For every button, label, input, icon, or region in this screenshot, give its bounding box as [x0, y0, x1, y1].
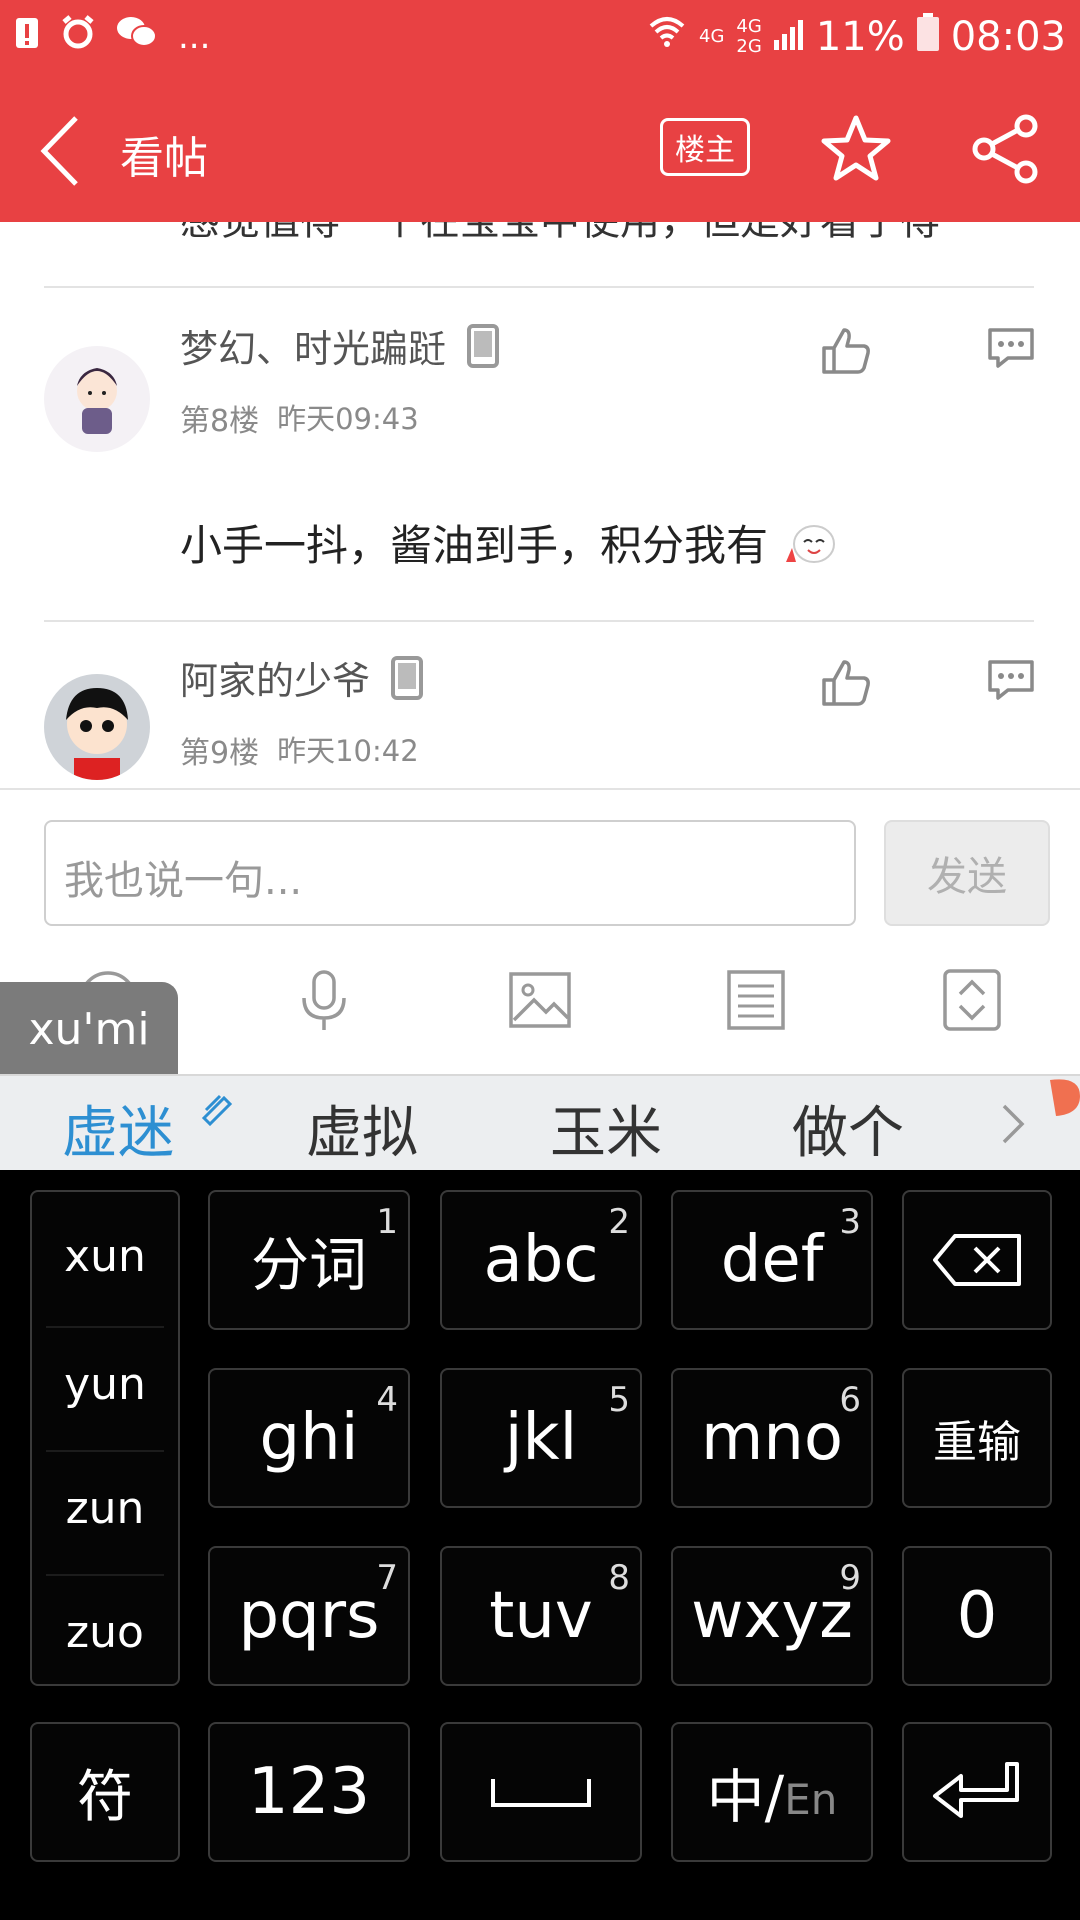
voice-button[interactable] [292, 968, 356, 1032]
battery-icon [916, 13, 939, 61]
microphone-icon [302, 970, 346, 1030]
alert-icon [14, 14, 40, 59]
reply-input[interactable]: 我也说一句... [44, 820, 856, 926]
network-dual-label: 4G 2G [736, 16, 762, 57]
owner-only-button[interactable]: 楼主 [660, 118, 750, 176]
enter-key[interactable] [902, 1722, 1052, 1862]
pinyin-composition: xu'mi [0, 982, 178, 1076]
syllable-option[interactable]: yun [32, 1322, 178, 1446]
candidate-word[interactable]: 虚拟 [306, 1088, 418, 1169]
floor-number: 第9楼 [180, 736, 260, 771]
network-4g-label: 4G [699, 26, 725, 47]
symbol-key[interactable]: 符 [30, 1722, 180, 1862]
syllable-option[interactable]: zun [32, 1446, 178, 1570]
alarm-icon [60, 14, 96, 59]
picture-icon [509, 972, 571, 1028]
wifi-icon [647, 12, 687, 62]
share-icon [972, 114, 1038, 184]
number-mode-key[interactable]: 123 [208, 1722, 410, 1862]
previous-post-text: 感觉值得一个在宝宝中使用，但是好看了得 [180, 222, 940, 246]
post-username[interactable]: 阿家的少爷 [180, 650, 424, 705]
expand-button[interactable] [940, 968, 1004, 1032]
key-5[interactable]: jkl 5 [440, 1368, 642, 1508]
post-content[interactable]: 感觉值得一个在宝宝中使用，但是好看了得 梦幻、时光蹁跹 第8楼 昨天09:43 … [0, 222, 1080, 788]
back-button[interactable] [36, 114, 86, 188]
backspace-key[interactable] [902, 1190, 1052, 1330]
list-icon [727, 970, 785, 1030]
backspace-icon [933, 1234, 1021, 1286]
post-username[interactable]: 梦幻、时光蹁跹 [180, 318, 500, 373]
edit-pencil-icon[interactable] [200, 1090, 236, 1127]
more-notifications: ... [178, 16, 211, 57]
avatar[interactable] [44, 346, 150, 452]
space-icon [491, 1779, 591, 1807]
share-button[interactable] [970, 114, 1040, 184]
status-bar: ... 4G 4G 2G 11% 08:03 [0, 0, 1080, 78]
wechat-icon [116, 14, 158, 59]
key-8[interactable]: tuv 8 [440, 1546, 642, 1686]
star-icon [821, 115, 891, 181]
syllable-option[interactable]: zuo [32, 1570, 178, 1694]
top-bar: ... 4G 4G 2G 11% 08:03 看帖 楼主 [0, 0, 1080, 222]
chevron-right-icon [1002, 1104, 1025, 1144]
syllable-option[interactable]: xun [32, 1194, 178, 1318]
battery-percent: 11% [815, 14, 905, 60]
reply-button[interactable] [986, 658, 1036, 702]
space-key[interactable] [440, 1722, 642, 1862]
language-switch-key[interactable]: 中/ En [671, 1722, 873, 1862]
candidate-word[interactable]: 玉米 [550, 1088, 662, 1169]
key-7[interactable]: pqrs 7 [208, 1546, 410, 1686]
reply-button[interactable] [986, 326, 1036, 370]
mobile-device-icon [391, 655, 424, 700]
expand-collapse-icon [943, 969, 1001, 1031]
emoji-sticker-icon [786, 524, 836, 563]
divider [44, 286, 1034, 288]
like-button[interactable] [820, 658, 872, 708]
key-2[interactable]: abc 2 [440, 1190, 642, 1330]
key-4[interactable]: ghi 4 [208, 1368, 410, 1508]
thumbs-up-icon [822, 660, 870, 706]
enter-icon [933, 1762, 1019, 1818]
signal-icon [773, 14, 804, 60]
key-1[interactable]: 分词 1 [208, 1190, 410, 1330]
floor-number: 第8楼 [180, 404, 260, 439]
clock: 08:03 [950, 14, 1066, 60]
divider [44, 620, 1034, 622]
post-meta: 第8楼 昨天09:43 [180, 396, 419, 440]
post-time: 昨天10:42 [277, 734, 419, 768]
key-0[interactable]: 0 [902, 1546, 1052, 1686]
post-meta: 第9楼 昨天10:42 [180, 728, 419, 772]
sogou-logo-icon [1046, 1076, 1080, 1116]
like-button[interactable] [820, 326, 872, 376]
image-button[interactable] [508, 968, 572, 1032]
post-body: 小手一抖，酱油到手，积分我有 [180, 512, 840, 573]
candidate-word[interactable]: 虚迷 [62, 1088, 174, 1169]
app-bar: 看帖 楼主 [0, 78, 1080, 222]
back-arrow-icon [40, 116, 78, 186]
mobile-device-icon [467, 323, 500, 368]
comment-icon [988, 660, 1034, 700]
keyboard: xun yun zun zuo 分词 1 abc 2 def 3 ghi 4 j… [0, 1170, 1080, 1920]
thumbs-up-icon [822, 328, 870, 374]
post-time: 昨天09:43 [277, 402, 419, 436]
comment-icon [988, 328, 1034, 368]
candidate-bar: 虚迷 虚拟 玉米 做个 [0, 1074, 1080, 1170]
avatar[interactable] [44, 674, 150, 780]
key-3[interactable]: def 3 [671, 1190, 873, 1330]
page-title: 看帖 [120, 133, 208, 184]
list-button[interactable] [724, 968, 788, 1032]
send-button[interactable]: 发送 [884, 820, 1050, 926]
candidate-word[interactable]: 做个 [792, 1088, 904, 1169]
key-9[interactable]: wxyz 9 [671, 1546, 873, 1686]
more-candidates-button[interactable] [998, 1102, 1028, 1146]
favorite-button[interactable] [820, 114, 892, 182]
reinput-key[interactable]: 重输 [902, 1368, 1052, 1508]
key-6[interactable]: mno 6 [671, 1368, 873, 1508]
syllable-list[interactable]: xun yun zun zuo [30, 1190, 180, 1686]
